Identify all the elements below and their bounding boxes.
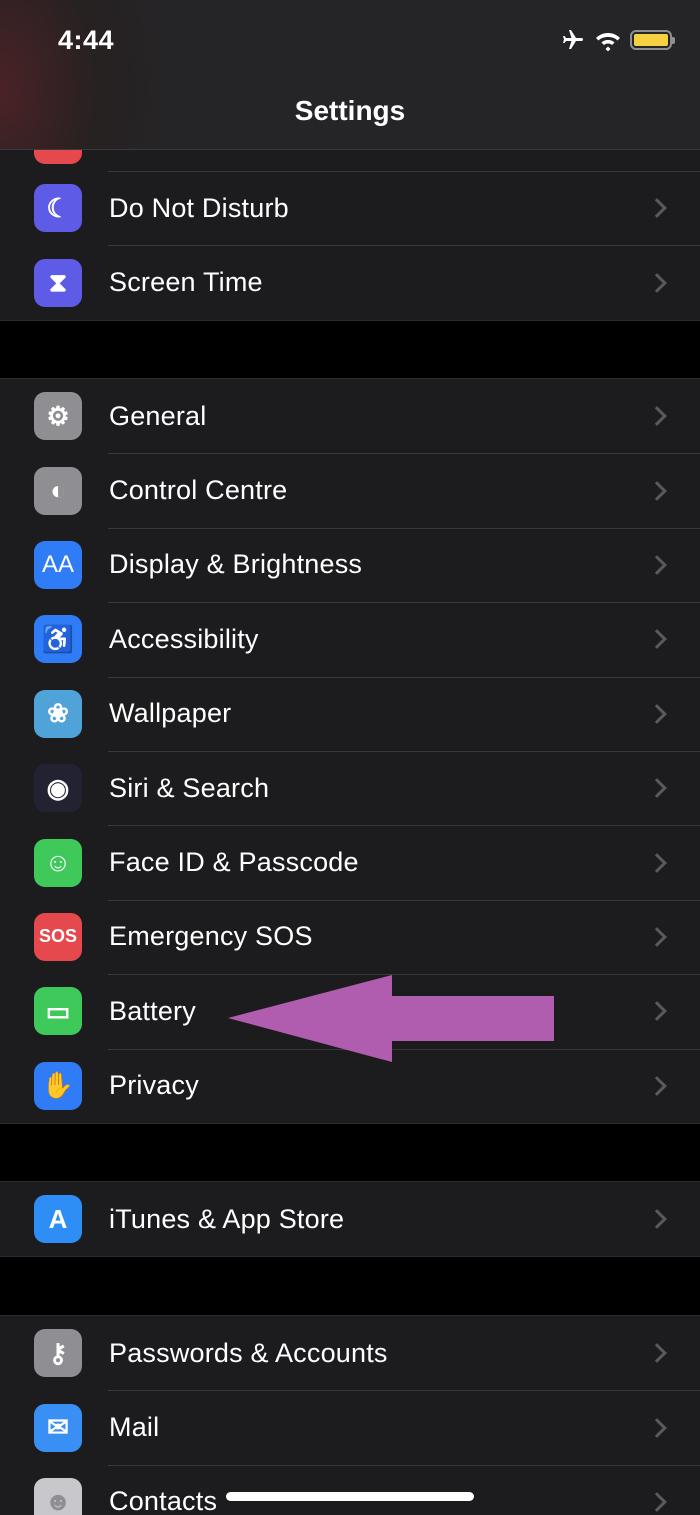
- annotation-arrow: [228, 975, 554, 1062]
- home-indicator[interactable]: [226, 1492, 474, 1501]
- settings-screen: 4:44 Settings ☾ Do Not Disturb ⧗ Screen Tim…: [0, 0, 700, 1515]
